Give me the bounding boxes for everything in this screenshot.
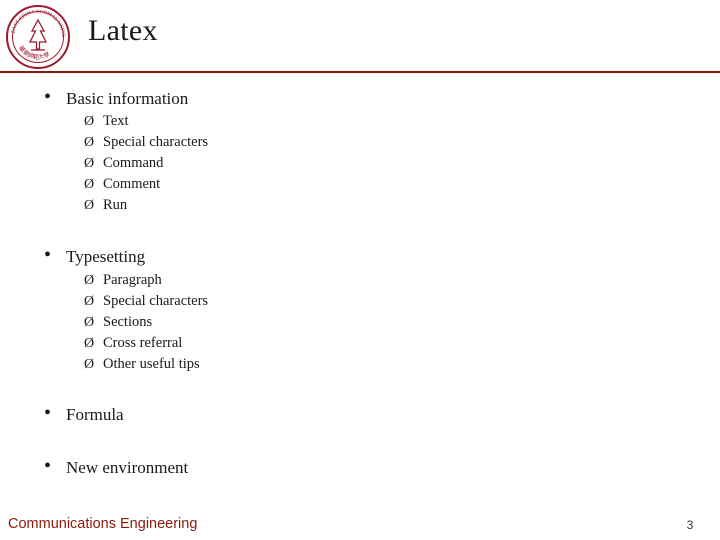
logo-text-ring: EAST CHINA NORMAL UNIVERSITY 華東師範大學 — [6, 5, 66, 61]
bullet-icon: • — [44, 244, 52, 266]
outline-item-label: New environment — [66, 458, 189, 477]
list-item-label: Sections — [103, 314, 153, 330]
outline-item-basic-information[interactable]: • Basic information — [44, 86, 189, 109]
list-item-label: Special characters — [103, 293, 209, 309]
list-item-label: Command — [103, 155, 164, 171]
page-number: 3 — [686, 518, 694, 532]
page-title: Latex — [88, 14, 158, 47]
university-seal-logo: EAST CHINA NORMAL UNIVERSITY 華東師範大學 — [6, 5, 70, 69]
svg-text:華東師範大學: 華東師範大學 — [17, 44, 51, 61]
list-item[interactable]: Ø Run — [84, 197, 208, 219]
list-item[interactable]: Ø Special characters — [84, 293, 209, 315]
footer-organization: Communications Engineering — [8, 516, 198, 532]
outline-item-typesetting[interactable]: • Typesetting — [44, 244, 146, 267]
list-item[interactable]: Ø Comment — [84, 176, 208, 198]
svg-text:EAST CHINA NORMAL UNIVERSITY: EAST CHINA NORMAL UNIVERSITY — [6, 5, 66, 37]
list-item[interactable]: Ø Cross referral — [84, 335, 208, 357]
list-item-label: Other useful tips — [103, 356, 200, 372]
outline-item-label: Typesetting — [66, 247, 146, 266]
arrow-bullet-icon: Ø — [84, 114, 95, 129]
list-item[interactable]: Ø Other useful tips — [84, 356, 208, 378]
outline-item-formula[interactable]: • Formula — [44, 402, 124, 425]
outline-item-label: Formula — [66, 405, 124, 424]
list-item-label: Cross referral — [103, 335, 183, 351]
arrow-bullet-icon: Ø — [84, 156, 95, 171]
arrow-bullet-icon: Ø — [84, 135, 95, 150]
list-item[interactable]: Ø Special characters — [84, 134, 209, 156]
outline-item-label: Basic information — [66, 89, 189, 108]
slide-body: • Basic information Ø Text Ø Special cha… — [0, 72, 720, 502]
arrow-bullet-icon: Ø — [84, 198, 95, 213]
outline-item-new-environment[interactable]: • New environment — [44, 455, 189, 478]
list-item[interactable]: Ø Command — [84, 155, 208, 177]
list-item[interactable]: Ø Paragraph — [84, 272, 208, 294]
list-item-label: Run — [103, 197, 128, 213]
arrow-bullet-icon: Ø — [84, 336, 95, 351]
list-item[interactable]: Ø Sections — [84, 314, 208, 336]
bullet-icon: • — [44, 86, 52, 108]
list-item[interactable]: Ø Text — [84, 113, 208, 135]
arrow-bullet-icon: Ø — [84, 315, 95, 330]
slide-header: EAST CHINA NORMAL UNIVERSITY 華東師範大學 Late… — [0, 0, 720, 73]
arrow-bullet-icon: Ø — [84, 294, 95, 309]
sub-list-typesetting: Ø Paragraph Ø Special characters Ø Secti… — [84, 272, 209, 378]
arrow-bullet-icon: Ø — [84, 357, 95, 372]
arrow-bullet-icon: Ø — [84, 273, 95, 288]
list-item-label: Comment — [103, 176, 161, 192]
bullet-icon: • — [44, 402, 52, 424]
list-item-label: Paragraph — [103, 272, 162, 288]
sub-list-basic-information: Ø Text Ø Special characters Ø Command Ø … — [84, 113, 209, 219]
list-item-label: Text — [103, 113, 129, 129]
arrow-bullet-icon: Ø — [84, 177, 95, 192]
list-item-label: Special characters — [103, 134, 209, 150]
bullet-icon: • — [44, 455, 52, 477]
